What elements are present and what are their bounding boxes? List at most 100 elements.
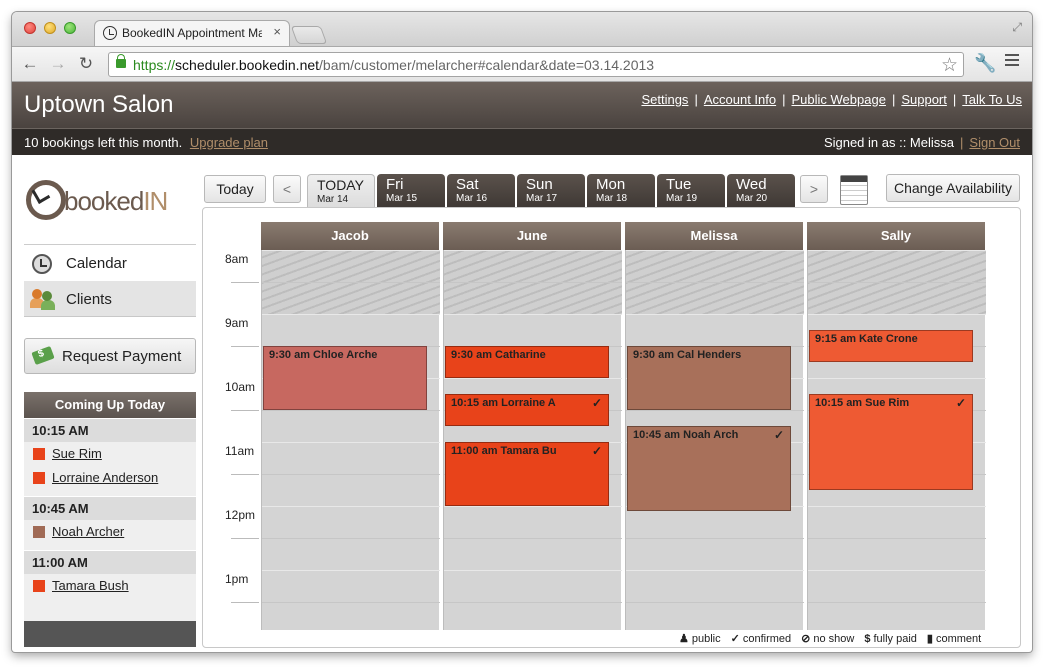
appointment-block[interactable]: 10:45 am Noah Arch ✓ (627, 426, 791, 512)
talk-to-us-link[interactable]: Talk To Us (962, 92, 1022, 107)
support-link[interactable]: Support (901, 92, 947, 107)
day-tab-name: TODAY (317, 177, 364, 193)
lock-icon (116, 54, 126, 68)
maximize-window-button[interactable] (64, 22, 76, 34)
day-tab-fri[interactable]: Fri Mar 15 (377, 174, 445, 208)
url-text: https://scheduler.bookedin.net/bam/custo… (133, 57, 655, 73)
minimize-window-button[interactable] (44, 22, 56, 34)
half-hour-line (262, 538, 440, 539)
account-info-link[interactable]: Account Info (704, 92, 776, 107)
address-bar[interactable]: https://scheduler.bookedin.net/bam/custo… (108, 52, 964, 77)
half-hour-tick (231, 410, 259, 411)
day-tab-sat[interactable]: Sat Mar 16 (447, 174, 515, 208)
time-label: 11am (225, 444, 255, 458)
half-hour-line (626, 538, 804, 539)
day-tab-today[interactable]: TODAY Mar 14 (307, 174, 375, 208)
app-header: Uptown Salon Settings | Account Info | Publi… (12, 82, 1032, 128)
settings-link[interactable]: Settings (641, 92, 688, 107)
browser-tab[interactable]: BookedIN Appointment Ma × (94, 20, 290, 46)
day-tab-tue[interactable]: Tue Mar 19 (657, 174, 725, 208)
staff-column-jacob[interactable] (261, 250, 440, 630)
appointment-block[interactable]: 9:30 am Chloe Arche (263, 346, 427, 410)
hour-line (262, 442, 440, 443)
fullscreen-icon[interactable]: ⤢ (1012, 20, 1022, 35)
wrench-icon[interactable]: 🔧 (974, 53, 996, 74)
confirmed-check-icon: ✓ (591, 396, 602, 410)
appointment-label: 10:15 am Lorraine A (451, 397, 556, 409)
public-webpage-link[interactable]: Public Webpage (792, 92, 886, 107)
coming-client: Noah Archer (24, 520, 196, 544)
time-label: 9am (225, 316, 249, 330)
hour-line (808, 314, 986, 315)
day-tab-date: Mar 20 (736, 193, 768, 204)
forward-arrow-icon[interactable]: → (48, 54, 68, 74)
half-hour-tick (231, 538, 259, 539)
coming-up-footer (24, 621, 196, 647)
coming-client: Tamara Bush (24, 574, 196, 598)
reload-icon[interactable]: ↻ (76, 54, 96, 74)
client-link-sue-rim[interactable]: Sue Rim (52, 446, 102, 461)
appointment-block[interactable]: 9:30 am Cal Henders (627, 346, 791, 410)
appointment-block[interactable]: 9:30 am Catharine (445, 346, 609, 378)
appointment-block[interactable]: 9:15 am Kate Crone (809, 330, 973, 362)
half-hour-tick (231, 282, 259, 283)
appointment-block[interactable]: 10:15 am Sue Rim ✓ (809, 394, 973, 490)
bookings-left: 10 bookings left this month. Upgrade pla… (24, 135, 268, 150)
day-tab-sun[interactable]: Sun Mar 17 (517, 174, 585, 208)
sidebar-item-calendar[interactable]: Calendar (24, 244, 196, 280)
close-window-button[interactable] (24, 22, 36, 34)
legend-item-public: ♟ public (679, 633, 721, 645)
coming-up-today-panel: Coming Up Today 10:15 AM Sue Rim Lorrain… (24, 392, 196, 647)
day-tab-mon[interactable]: Mon Mar 18 (587, 174, 655, 208)
tab-close-icon[interactable]: × (273, 24, 281, 39)
client-link-noah-archer[interactable]: Noah Archer (52, 524, 124, 539)
coming-up-title: Coming Up Today (24, 392, 196, 418)
appointment-label: 10:45 am Noah Arch (633, 429, 739, 441)
day-tab-wed[interactable]: Wed Mar 20 (727, 174, 795, 208)
hour-line (444, 570, 622, 571)
half-hour-line (626, 602, 804, 603)
legend-label: confirmed (742, 633, 792, 645)
appointment-block[interactable]: 10:15 am Lorraine A ✓ (445, 394, 609, 426)
sidebar-item-clients[interactable]: Clients (24, 281, 196, 317)
request-payment-button[interactable]: Request Payment (24, 338, 196, 374)
half-hour-line (808, 538, 986, 539)
appointment-label: 9:15 am Kate Crone (815, 333, 918, 345)
next-day-button[interactable]: > (800, 175, 828, 203)
coming-time: 11:00 AM (24, 550, 196, 574)
date-picker-calendar-icon[interactable] (840, 175, 868, 205)
half-hour-tick (231, 474, 259, 475)
prev-day-button[interactable]: < (273, 175, 301, 203)
upgrade-plan-link[interactable]: Upgrade plan (190, 135, 268, 150)
new-tab-button[interactable] (290, 26, 328, 44)
today-button[interactable]: Today (204, 175, 266, 203)
half-hour-line (444, 538, 622, 539)
client-link-lorraine-anderson[interactable]: Lorraine Anderson (52, 470, 158, 485)
check-icon: ✓ (730, 633, 740, 645)
appointment-block[interactable]: 11:00 am Tamara Bu ✓ (445, 442, 609, 506)
confirmed-check-icon: ✓ (591, 444, 602, 458)
half-hour-line (262, 474, 440, 475)
back-arrow-icon[interactable]: ← (20, 54, 40, 74)
sidebar-item-label: Calendar (66, 255, 127, 272)
coming-time: 10:15 AM (24, 418, 196, 442)
hour-line (262, 314, 440, 315)
staff-column-june[interactable] (443, 250, 622, 630)
client-link-tamara-bush[interactable]: Tamara Bush (52, 578, 129, 593)
change-availability-button[interactable]: Change Availability (886, 174, 1020, 202)
legend: ♟ public ✓ confirmed ⊘ no show $ fully paid ▮ com… (669, 632, 981, 645)
day-tab-name: Sun (526, 176, 553, 193)
sign-out-link[interactable]: Sign Out (969, 135, 1020, 150)
staff-header-sally: Sally (807, 222, 985, 250)
menu-icon[interactable] (1005, 54, 1019, 69)
bookedin-logo[interactable]: bookedIN (26, 174, 186, 224)
bookmark-star-icon[interactable]: ☆ (941, 54, 958, 77)
legend-label: fully paid (873, 633, 917, 645)
legend-item-fully-paid: $ fully paid (864, 633, 917, 645)
coming-client: Sue Rim (24, 442, 196, 466)
appointment-label: 11:00 am Tamara Bu (451, 445, 557, 457)
comment-icon: ▮ (926, 633, 933, 645)
day-tab-date: Mar 16 (456, 193, 488, 204)
hour-line (262, 570, 440, 571)
logo-text: bookedIN (64, 186, 168, 216)
